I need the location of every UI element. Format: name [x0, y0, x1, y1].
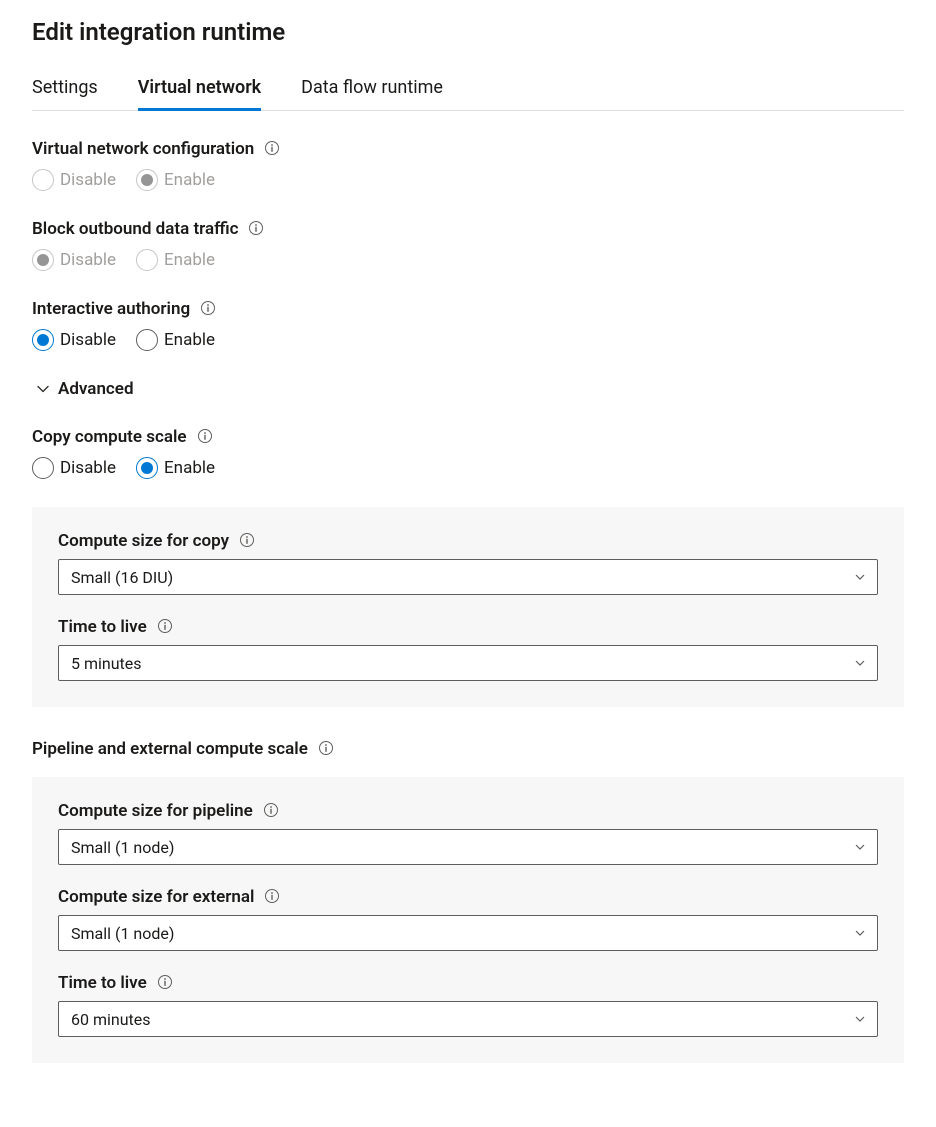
radio-label: Enable [164, 458, 215, 478]
info-icon[interactable] [263, 802, 279, 818]
info-icon[interactable] [239, 532, 255, 548]
pipeline-compute-panel: Compute size for pipeline Small (1 node)… [32, 777, 904, 1063]
info-icon[interactable] [157, 974, 173, 990]
radio-label: Enable [164, 250, 215, 270]
tab-virtual-network[interactable]: Virtual network [138, 77, 261, 111]
chevron-down-icon [853, 1012, 867, 1026]
radio-label: Disable [60, 330, 116, 350]
copy-compute-scale-disable[interactable]: Disable [32, 457, 116, 479]
page-title: Edit integration runtime [32, 18, 904, 46]
copy-compute-scale-enable[interactable]: Enable [136, 457, 215, 479]
vnet-config-enable: Enable [136, 169, 215, 191]
radio-label: Disable [60, 458, 116, 478]
select-value: Small (16 DIU) [71, 568, 173, 587]
compute-size-external-select[interactable]: Small (1 node) [58, 915, 878, 951]
select-value: Small (1 node) [71, 838, 174, 857]
copy-ttl-select[interactable]: 5 minutes [58, 645, 878, 681]
block-outbound-label: Block outbound data traffic [32, 219, 238, 239]
pipeline-ttl-select[interactable]: 60 minutes [58, 1001, 878, 1037]
interactive-authoring-disable[interactable]: Disable [32, 329, 116, 351]
tab-settings[interactable]: Settings [32, 77, 98, 111]
chevron-down-icon [853, 926, 867, 940]
radio-icon [136, 249, 158, 271]
compute-size-copy-label: Compute size for copy [58, 531, 229, 551]
advanced-label: Advanced [58, 379, 134, 399]
block-outbound-disable: Disable [32, 249, 116, 271]
tab-bar: Settings Virtual network Data flow runti… [32, 76, 904, 111]
select-value: Small (1 node) [71, 924, 174, 943]
info-icon[interactable] [248, 220, 264, 236]
info-icon[interactable] [264, 888, 280, 904]
info-icon[interactable] [264, 140, 280, 156]
radio-label: Disable [60, 170, 116, 190]
info-icon[interactable] [197, 428, 213, 444]
chevron-down-icon [36, 382, 50, 396]
vnet-config-label: Virtual network configuration [32, 139, 254, 159]
interactive-authoring-label: Interactive authoring [32, 299, 190, 319]
compute-size-pipeline-label: Compute size for pipeline [58, 801, 253, 821]
compute-size-external-label: Compute size for external [58, 887, 254, 907]
vnet-config-radio-group: Disable Enable [32, 169, 904, 191]
info-icon[interactable] [318, 740, 334, 756]
interactive-authoring-enable[interactable]: Enable [136, 329, 215, 351]
chevron-down-icon [853, 656, 867, 670]
pipeline-ttl-label: Time to live [58, 973, 147, 993]
radio-icon [136, 457, 158, 479]
radio-label: Enable [164, 330, 215, 350]
radio-icon [136, 329, 158, 351]
select-value: 5 minutes [71, 654, 142, 673]
compute-size-pipeline-select[interactable]: Small (1 node) [58, 829, 878, 865]
advanced-toggle[interactable]: Advanced [36, 379, 904, 399]
copy-compute-scale-label: Copy compute scale [32, 427, 187, 447]
radio-label: Disable [60, 250, 116, 270]
chevron-down-icon [853, 570, 867, 584]
radio-icon [136, 169, 158, 191]
block-outbound-radio-group: Disable Enable [32, 249, 904, 271]
tab-data-flow-runtime[interactable]: Data flow runtime [301, 77, 443, 111]
interactive-authoring-radio-group: Disable Enable [32, 329, 904, 351]
info-icon[interactable] [157, 618, 173, 634]
compute-size-copy-select[interactable]: Small (16 DIU) [58, 559, 878, 595]
radio-icon [32, 169, 54, 191]
copy-ttl-label: Time to live [58, 617, 147, 637]
vnet-config-disable: Disable [32, 169, 116, 191]
select-value: 60 minutes [71, 1010, 151, 1029]
pipeline-external-heading: Pipeline and external compute scale [32, 739, 308, 759]
chevron-down-icon [853, 840, 867, 854]
radio-label: Enable [164, 170, 215, 190]
copy-compute-panel: Compute size for copy Small (16 DIU) Tim… [32, 507, 904, 707]
radio-icon [32, 457, 54, 479]
block-outbound-enable: Enable [136, 249, 215, 271]
copy-compute-scale-radio-group: Disable Enable [32, 457, 904, 479]
info-icon[interactable] [200, 300, 216, 316]
radio-icon [32, 249, 54, 271]
radio-icon [32, 329, 54, 351]
